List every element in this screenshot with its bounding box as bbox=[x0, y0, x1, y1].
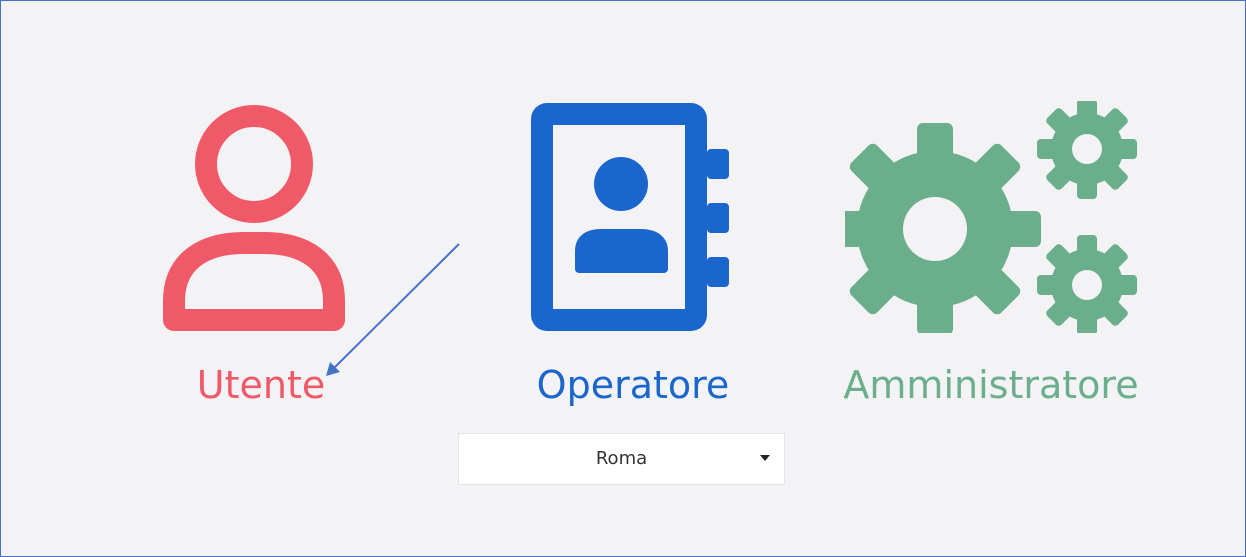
page-frame: Utente Operatore Amministratore Roma bbox=[0, 0, 1246, 557]
role-operatore-link[interactable]: Operatore bbox=[511, 101, 761, 421]
gears-icon bbox=[845, 101, 1137, 333]
city-select-value: Roma bbox=[595, 448, 648, 469]
role-utente-link[interactable]: Utente bbox=[141, 101, 371, 421]
user-icon bbox=[163, 105, 345, 331]
city-select[interactable]: Roma bbox=[458, 433, 785, 485]
contact-book-icon bbox=[531, 103, 729, 331]
role-amministratore-link[interactable]: Amministratore bbox=[831, 101, 1151, 421]
role-operatore-label: Operatore bbox=[536, 363, 730, 407]
role-amministratore-label: Amministratore bbox=[843, 363, 1139, 407]
caret-down-icon bbox=[760, 455, 770, 461]
role-utente-label: Utente bbox=[196, 363, 326, 407]
